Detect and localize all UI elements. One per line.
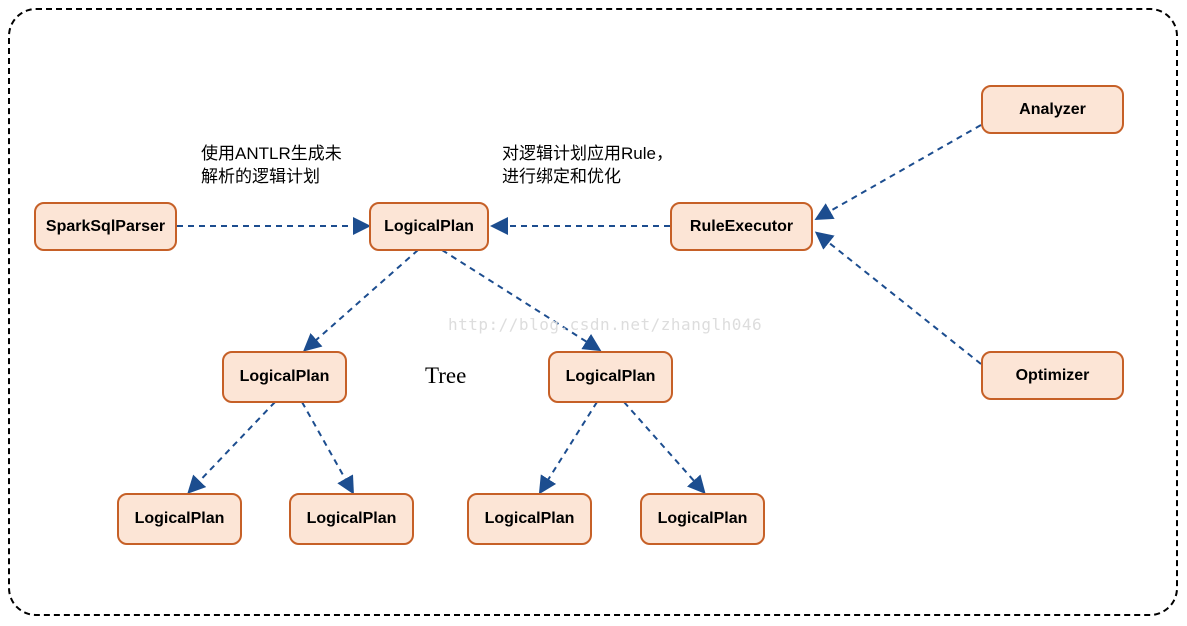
node-logical-plan-ll: LogicalPlan — [117, 493, 242, 545]
watermark-text: http://blog.csdn.net/zhanglh046 — [448, 315, 762, 334]
annotation-right: 对逻辑计划应用Rule， 进行绑定和优化 — [502, 143, 673, 189]
node-logical-plan-l: LogicalPlan — [222, 351, 347, 403]
node-label: LogicalPlan — [307, 510, 397, 528]
node-logical-plan-r: LogicalPlan — [548, 351, 673, 403]
annotation-left: 使用ANTLR生成未 解析的逻辑计划 — [201, 143, 342, 189]
node-analyzer: Analyzer — [981, 85, 1124, 134]
node-label: LogicalPlan — [240, 368, 330, 386]
node-logical-plan-root: LogicalPlan — [369, 202, 489, 251]
node-optimizer: Optimizer — [981, 351, 1124, 400]
node-label: LogicalPlan — [135, 510, 225, 528]
node-label: LogicalPlan — [566, 368, 656, 386]
node-label: Analyzer — [1019, 101, 1086, 119]
node-logical-plan-lr: LogicalPlan — [289, 493, 414, 545]
node-logical-plan-rl: LogicalPlan — [467, 493, 592, 545]
node-spark-sql-parser: SparkSqlParser — [34, 202, 177, 251]
node-label: LogicalPlan — [485, 510, 575, 528]
tree-label: Tree — [425, 363, 466, 389]
node-logical-plan-rr: LogicalPlan — [640, 493, 765, 545]
node-label: Optimizer — [1016, 367, 1090, 385]
node-label: LogicalPlan — [658, 510, 748, 528]
node-label: SparkSqlParser — [46, 218, 165, 236]
node-label: LogicalPlan — [384, 218, 474, 236]
node-rule-executor: RuleExecutor — [670, 202, 813, 251]
node-label: RuleExecutor — [690, 218, 793, 236]
